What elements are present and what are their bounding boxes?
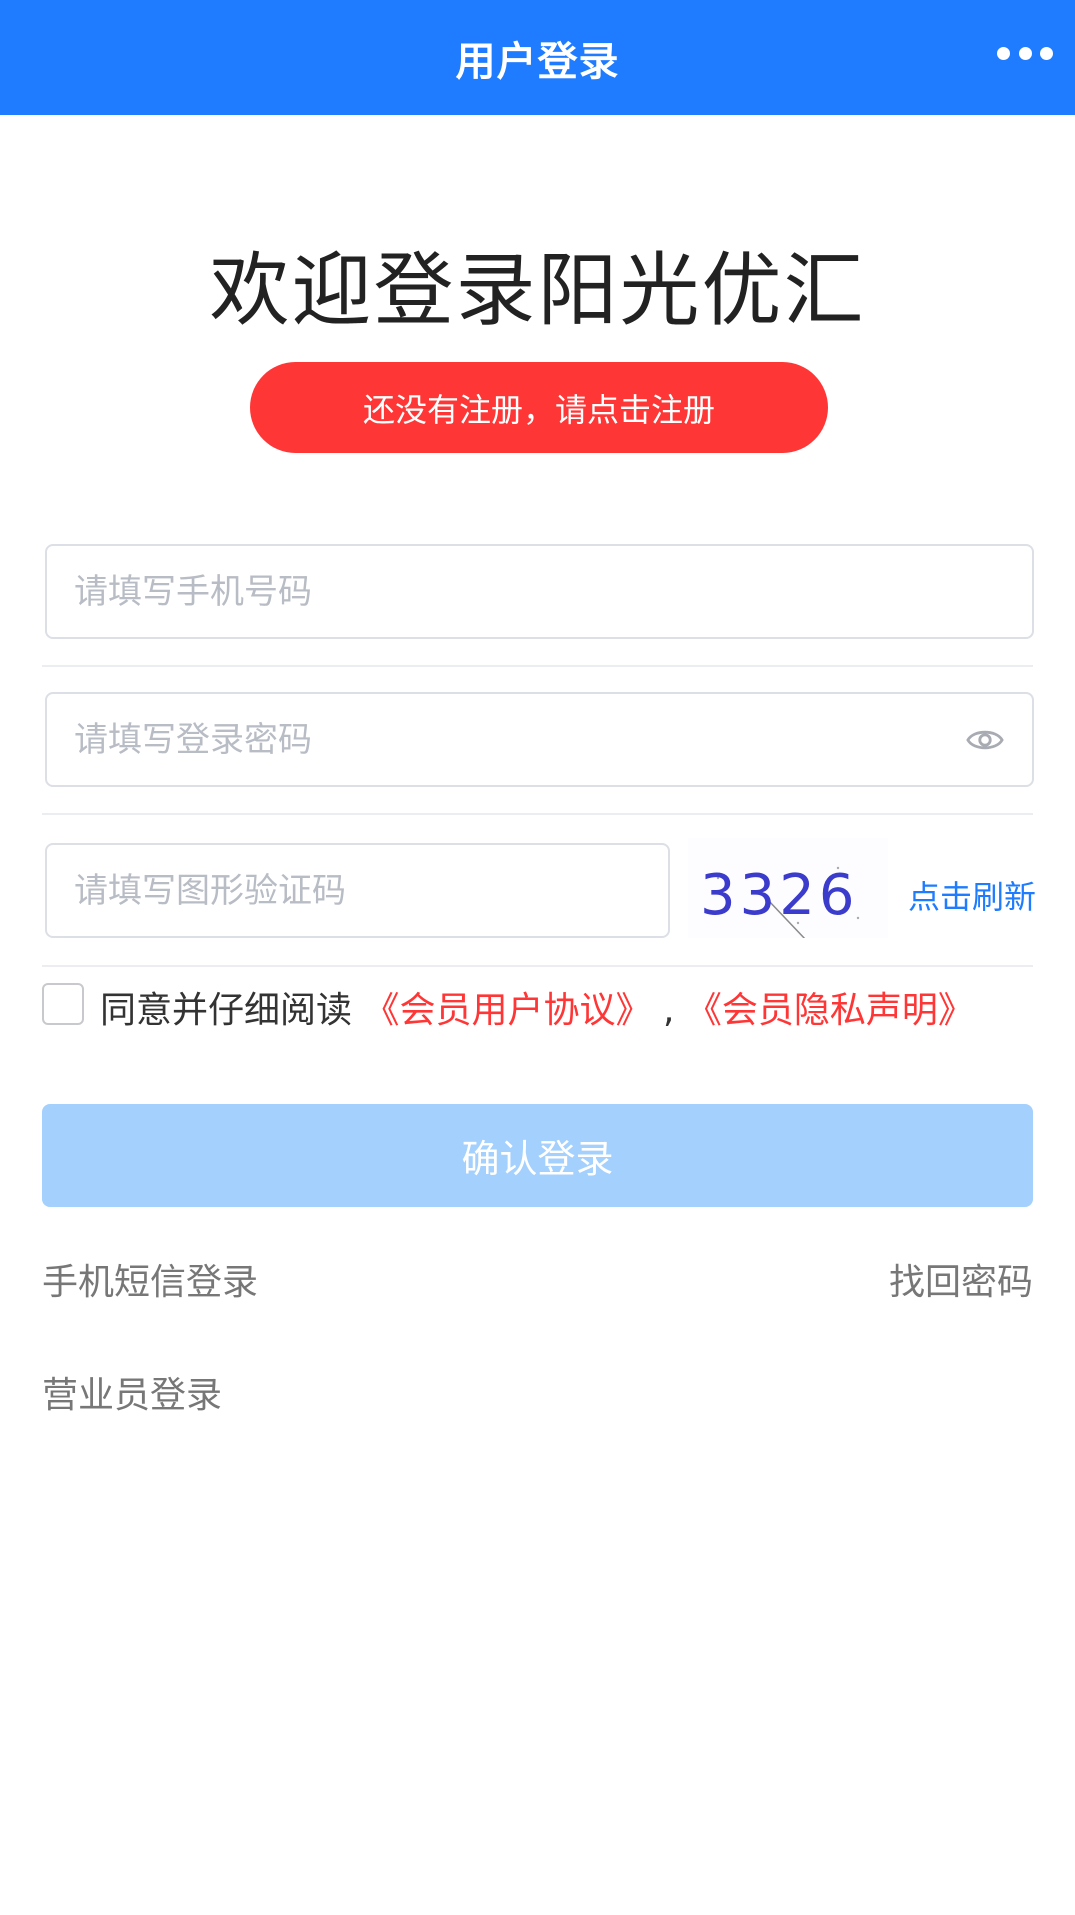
privacy-statement-link[interactable]: 《会员隐私声明》 bbox=[686, 990, 974, 1031]
welcome-heading: 欢迎登录阳光优汇 bbox=[209, 244, 866, 337]
agree-checkbox[interactable] bbox=[42, 983, 84, 1025]
agreement-text: 同意并仔细阅读 《会员用户协议》 , 《会员隐私声明》 bbox=[100, 981, 974, 1033]
navbar: 用户登录 bbox=[0, 0, 1075, 115]
more-dots-icon bbox=[1018, 46, 1032, 60]
captcha-code: 3326 bbox=[700, 863, 859, 928]
password-field-wrapper bbox=[45, 692, 1034, 787]
password-input[interactable] bbox=[47, 694, 1032, 785]
more-options-button[interactable] bbox=[997, 38, 1053, 68]
more-dots-icon bbox=[997, 46, 1010, 60]
divider bbox=[42, 665, 1033, 667]
find-password-link[interactable]: 找回密码 bbox=[889, 1253, 1033, 1305]
divider bbox=[42, 813, 1033, 815]
captcha-input[interactable] bbox=[47, 845, 668, 936]
captcha-field-wrapper bbox=[45, 843, 670, 938]
login-page: 用户登录 欢迎登录阳光优汇 还没有注册，请点击注册 3326 点击刷新 bbox=[0, 0, 1075, 1915]
staff-login-link[interactable]: 营业员登录 bbox=[42, 1366, 222, 1418]
agreement-separator: , bbox=[662, 990, 675, 1031]
confirm-login-button[interactable]: 确认登录 bbox=[42, 1104, 1033, 1207]
page-title: 用户登录 bbox=[455, 38, 620, 85]
refresh-captcha-link[interactable]: 点击刷新 bbox=[908, 872, 1036, 918]
divider bbox=[42, 965, 1033, 967]
more-dots-icon bbox=[1040, 46, 1053, 60]
agreement-prefix: 同意并仔细阅读 bbox=[100, 990, 353, 1031]
phone-field-wrapper bbox=[45, 544, 1034, 639]
captcha-image[interactable]: 3326 bbox=[688, 838, 888, 938]
eye-icon[interactable] bbox=[966, 722, 1004, 758]
register-button[interactable]: 还没有注册，请点击注册 bbox=[250, 362, 828, 453]
sms-login-link[interactable]: 手机短信登录 bbox=[42, 1253, 258, 1305]
user-agreement-link[interactable]: 《会员用户协议》 bbox=[363, 990, 651, 1031]
phone-input[interactable] bbox=[47, 546, 1032, 637]
